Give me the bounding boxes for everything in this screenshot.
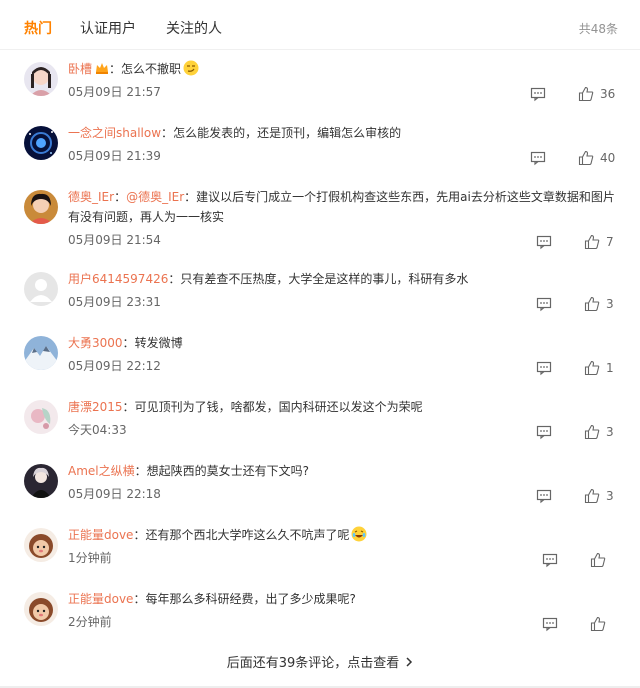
avatar[interactable] [24,464,58,498]
like-button[interactable]: 3 [584,488,618,504]
comment-item: Amel之纵横：想起陕西的莫女士还有下文吗? 05月09日 22:18 3 [0,454,640,518]
username[interactable]: 正能量dove [68,592,133,606]
avatar[interactable] [24,528,58,562]
comment-item: 一念之间shallow：怎么能发表的，还是顶刊，编辑怎么审核的 05月09日 2… [0,114,640,178]
tab-verified-users[interactable]: 认证用户 [80,20,136,38]
like-button[interactable]: 3 [584,424,618,440]
comment-item: 德奥_IEr：@德奥_IEr：建议以后专门成立一个打假机构查这些东西，先用ai去… [0,178,640,262]
comment-text: 还有那个西北大学咋这么久不吭声了呢 [145,528,350,542]
comment-time: 05月09日 21:39 [68,149,161,163]
comment-total: 共48条 [578,22,618,36]
load-more-comments[interactable]: 后面还有39条评论，点击查看 [0,654,640,674]
thumbs-up-icon [578,86,594,102]
comment-time: 2分钟前 [68,615,112,629]
like-button[interactable]: 40 [578,150,618,166]
comment-icon[interactable] [536,424,552,440]
thumbs-up-icon [590,552,606,568]
comment-icon[interactable] [542,552,558,568]
tab-hot[interactable]: 热门 [24,20,52,38]
thumbs-up-icon [584,424,600,440]
avatar[interactable] [24,592,58,626]
thumbs-up-icon [578,150,594,166]
username[interactable]: 大勇3000 [68,336,123,350]
comment-time: 05月09日 23:31 [68,295,161,309]
like-count: 3 [606,489,614,503]
avatar[interactable] [24,62,58,96]
like-button[interactable]: 1 [584,360,618,376]
comment-text: 怎么能发表的，还是顶刊，编辑怎么审核的 [173,126,402,140]
thumbs-up-icon [584,360,600,376]
avatar[interactable] [24,190,58,224]
username[interactable]: 德奥_IEr [68,190,114,204]
comment-item: 用户6414597426：只有差查不压热度，大学全是这样的事儿，科研有多水 05… [0,262,640,326]
username[interactable]: 卧槽 [68,62,92,76]
crown-badge-icon [96,63,109,74]
comment-text: 只有差查不压热度，大学全是这样的事儿，科研有多水 [180,272,469,286]
thumbs-up-icon [584,296,600,312]
comment-text: 每年那么多科研经费，出了多少成果呢? [145,592,356,606]
comment-time: 1分钟前 [68,551,112,565]
like-count: 7 [606,235,614,249]
comment-time: 05月09日 22:18 [68,487,161,501]
comment-text: 转发微博 [134,336,183,350]
like-button[interactable]: 7 [584,234,618,250]
chevron-right-icon [406,657,413,667]
comment-item: 卧槽 ：怎么不撤职 05月09日 21:57 36 [0,50,640,114]
like-button[interactable]: 36 [578,86,618,102]
like-count: 3 [606,425,614,439]
like-count: 3 [606,297,614,311]
comment-icon[interactable] [536,488,552,504]
thumbs-up-icon [584,234,600,250]
comment-time: 今天04:33 [68,423,127,437]
thumbs-up-icon [590,616,606,632]
comment-icon[interactable] [536,296,552,312]
comment-time: 05月09日 21:54 [68,233,161,247]
comment-text: 可见顶刊为了钱，啥都发，国内科研还以发这个为荣呢 [134,400,423,414]
username[interactable]: 用户6414597426 [68,272,168,286]
comment-icon[interactable] [542,616,558,632]
avatar[interactable] [24,336,58,370]
avatar[interactable] [24,126,58,160]
avatar[interactable] [24,272,58,306]
comment-time: 05月09日 22:12 [68,359,161,373]
mention-link[interactable]: @德奥_IEr [126,190,184,204]
smirk-emoji-icon [183,60,199,76]
laugh-cry-emoji-icon [351,526,367,542]
username[interactable]: 唐漂2015 [68,400,123,414]
comment-item: 正能量dove：每年那么多科研经费，出了多少成果呢? 2分钟前 [0,582,640,652]
tab-following[interactable]: 关注的人 [166,20,222,38]
comment-list: 卧槽 ：怎么不撤职 05月09日 21:57 36 一念之间shallow：怎么能… [0,50,640,652]
load-more-label: 后面还有39条评论，点击查看 [226,656,400,671]
like-count: 1 [606,361,614,375]
comment-time: 05月09日 21:57 [68,85,161,99]
username[interactable]: 一念之间shallow [68,126,161,140]
comment-icon[interactable] [536,360,552,376]
comment-icon[interactable] [536,234,552,250]
comment-text: 怎么不撤职 [121,62,182,76]
like-button[interactable] [590,552,610,568]
comment-icon[interactable] [530,150,546,166]
avatar[interactable] [24,400,58,434]
comment-item: 唐漂2015：可见顶刊为了钱，啥都发，国内科研还以发这个为荣呢 今天04:33 … [0,390,640,454]
comment-text: 想起陕西的莫女士还有下文吗? [146,464,310,478]
like-count: 40 [600,151,616,165]
like-button[interactable] [590,616,610,632]
username[interactable]: Amel之纵横 [68,464,135,478]
username[interactable]: 正能量dove [68,528,133,542]
like-count: 36 [600,87,616,101]
comment-item: 大勇3000：转发微博 05月09日 22:12 1 [0,326,640,390]
like-button[interactable]: 3 [584,296,618,312]
thumbs-up-icon [584,488,600,504]
comment-tabs: 热门 认证用户 关注的人 共48条 [0,0,640,50]
comment-icon[interactable] [530,86,546,102]
comment-item: 正能量dove：还有那个西北大学咋这么久不吭声了呢 1分钟前 [0,518,640,582]
